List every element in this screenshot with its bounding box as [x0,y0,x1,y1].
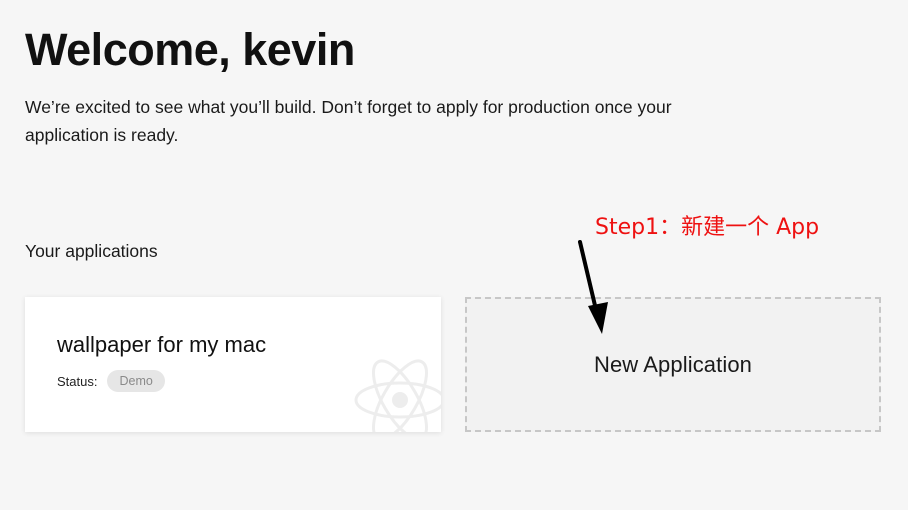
new-application-label: New Application [593,351,753,377]
status-row: Status: Demo [57,370,165,392]
annotation-label: Step1：新建一个 App [595,215,820,240]
applications-heading: Your applications [25,241,158,261]
status-badge: Demo [107,370,165,392]
intro-text: We’re excited to see what you’ll build. … [25,97,672,145]
arrow-down-icon [578,240,608,334]
status-label: Status: [57,373,98,389]
app-name: wallpaper for my mac [57,332,267,357]
react-atom-icon [354,359,441,432]
app-card[interactable]: wallpaper for my mac Status: Demo [25,297,441,432]
page-title: Welcome, kevin [25,24,355,75]
new-application-button[interactable]: New Application [465,297,881,432]
